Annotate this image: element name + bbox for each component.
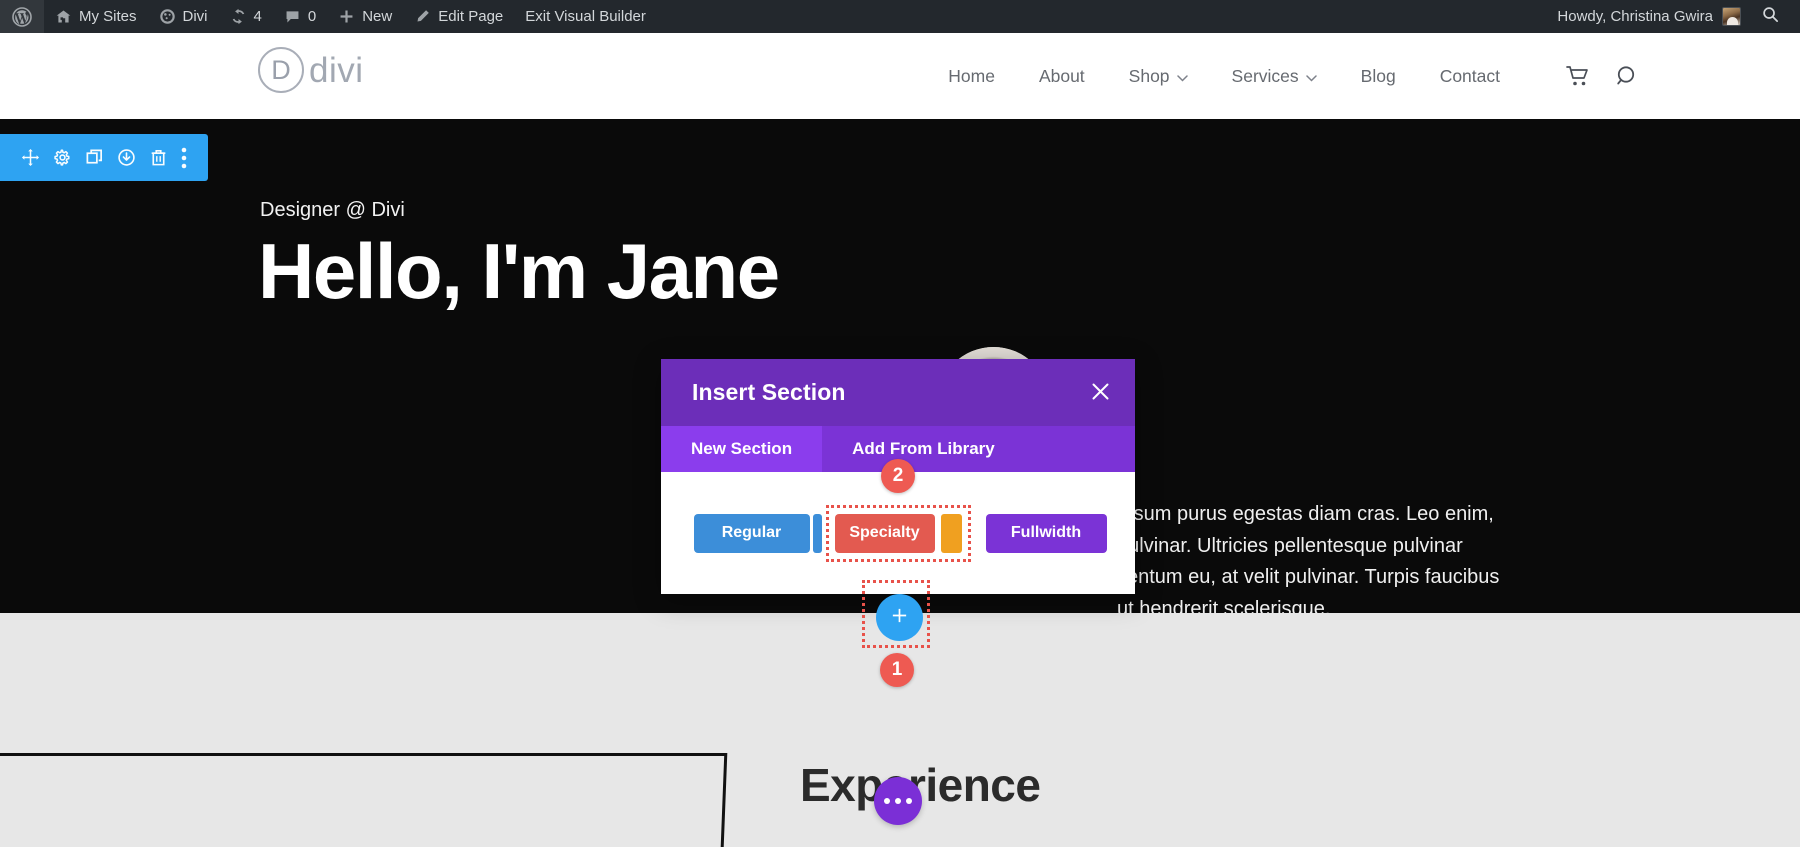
nav-item-about[interactable]: About — [1017, 33, 1107, 119]
site-logo[interactable]: D divi — [258, 47, 364, 93]
divi-label: Divi — [182, 8, 208, 25]
admin-bar-right: Howdy, Christina Gwira — [1547, 0, 1800, 33]
save-to-library-icon[interactable] — [117, 148, 136, 167]
nav-label: Contact — [1439, 65, 1500, 86]
nav-label: Home — [948, 65, 995, 86]
nav-item-shop[interactable]: Shop — [1107, 33, 1210, 119]
howdy-label: Howdy, Christina Gwira — [1557, 8, 1713, 25]
pencil-icon — [414, 8, 431, 25]
move-icon[interactable] — [21, 148, 40, 167]
section-toolbar — [0, 134, 208, 181]
nav-label: Services — [1231, 65, 1299, 86]
gear-icon[interactable] — [53, 148, 72, 167]
hero-paragraph: Ipsum purus egestas diam cras. Leo enim,… — [1117, 503, 1500, 620]
new-content-menu[interactable]: New — [327, 0, 403, 33]
cart-icon[interactable] — [1566, 65, 1590, 87]
header-icons — [1566, 33, 1640, 119]
hero-eyebrow: Designer @ Divi — [260, 199, 405, 221]
divi-menu[interactable]: Divi — [148, 0, 219, 33]
duplicate-icon[interactable] — [85, 148, 104, 167]
comments-menu[interactable]: 0 — [273, 0, 327, 33]
modal-title: Insert Section — [692, 379, 846, 405]
exit-visual-builder-label: Exit Visual Builder — [525, 8, 646, 25]
my-sites-menu[interactable]: My Sites — [44, 0, 148, 33]
step-badge-1: 1 — [880, 653, 914, 687]
wordpress-logo-menu[interactable] — [0, 0, 44, 33]
plus-icon — [890, 605, 909, 630]
admin-bar-left: My Sites Divi 4 0 New Edit Page Exit Vis… — [0, 0, 657, 33]
more-options-icon[interactable] — [181, 147, 187, 169]
chevron-down-icon — [1176, 66, 1188, 87]
plus-icon — [338, 8, 355, 25]
fullwidth-section-button[interactable]: Fullwidth — [985, 513, 1107, 553]
nav-label: Shop — [1128, 65, 1170, 86]
trash-icon[interactable] — [149, 148, 168, 167]
updates-count: 4 — [253, 8, 262, 25]
edit-page-label: Edit Page — [438, 8, 504, 25]
new-label: New — [362, 8, 393, 25]
tab-label: New Section — [691, 439, 793, 458]
nav-label: Blog — [1360, 65, 1396, 86]
regular-section-handle[interactable] — [812, 513, 822, 553]
regular-section-button[interactable]: Regular — [693, 513, 810, 553]
step-badge-2: 2 — [881, 459, 915, 493]
edit-page-button[interactable]: Edit Page — [403, 0, 514, 33]
tab-add-from-library[interactable]: Add From Library — [822, 426, 1025, 472]
updates-menu[interactable]: 4 — [219, 0, 273, 33]
site-header: D divi Home About Shop Services Blog Con… — [0, 33, 1800, 119]
specialty-section-button[interactable]: Specialty — [834, 513, 935, 553]
chevron-down-icon — [1305, 66, 1317, 87]
specialty-section-group: Specialty — [825, 504, 971, 562]
dot — [895, 798, 901, 804]
dot — [884, 798, 890, 804]
primary-nav: Home About Shop Services Blog Contact — [926, 33, 1522, 119]
hero-title: Hello, I'm Jane — [258, 227, 780, 315]
screen: My Sites Divi 4 0 New Edit Page Exit Vis… — [0, 0, 1800, 847]
ellipsis-icon[interactable] — [874, 777, 922, 825]
nav-label: About — [1038, 65, 1085, 86]
nav-item-contact[interactable]: Contact — [1418, 33, 1522, 119]
close-icon[interactable] — [1090, 380, 1111, 406]
exit-visual-builder-button[interactable]: Exit Visual Builder — [514, 0, 657, 33]
site-icon — [55, 8, 72, 25]
nav-item-services[interactable]: Services — [1210, 33, 1339, 119]
search-icon[interactable] — [1616, 64, 1640, 88]
dot — [906, 798, 912, 804]
add-section-button[interactable] — [876, 594, 923, 641]
module-outline — [0, 753, 728, 847]
modal-header: Insert Section — [661, 359, 1135, 426]
updates-icon — [230, 8, 247, 25]
tab-label: Add From Library — [852, 439, 995, 458]
logo-wordmark: divi — [309, 50, 364, 90]
wordpress-icon — [12, 6, 32, 27]
comments-count: 0 — [307, 8, 317, 25]
account-menu[interactable]: Howdy, Christina Gwira — [1547, 0, 1751, 33]
my-sites-label: My Sites — [79, 8, 137, 25]
divi-icon — [159, 8, 176, 25]
search-icon — [1761, 5, 1780, 28]
tab-new-section[interactable]: New Section — [661, 426, 823, 472]
logo-mark: D — [258, 47, 304, 93]
avatar — [1722, 7, 1741, 26]
nav-item-home[interactable]: Home — [926, 33, 1017, 119]
admin-search-button[interactable] — [1751, 0, 1794, 33]
specialty-section-handle[interactable] — [940, 513, 962, 553]
wp-admin-bar: My Sites Divi 4 0 New Edit Page Exit Vis… — [0, 0, 1800, 33]
comments-icon — [284, 8, 301, 25]
nav-item-blog[interactable]: Blog — [1339, 33, 1418, 119]
